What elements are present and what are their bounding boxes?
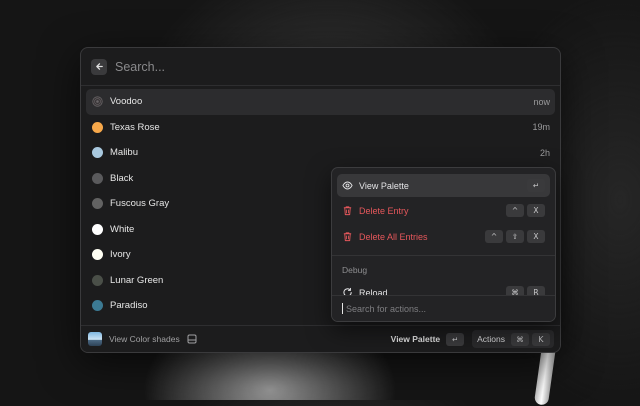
x-key: X [527, 204, 545, 217]
list-item-label: White [110, 223, 135, 235]
menu-item-delete-entry[interactable]: Delete Entry ^ X [337, 199, 550, 222]
actions-label: Actions [477, 334, 505, 344]
swatch-lunar-green-icon [92, 274, 103, 286]
menu-item-label: Delete Entry [359, 205, 409, 216]
menu-divider [332, 255, 555, 256]
swatch-ivory-icon [92, 249, 103, 261]
search-input[interactable] [113, 58, 417, 75]
trash-icon [342, 231, 353, 242]
list-item-label: Paradiso [110, 300, 148, 312]
app-icon [88, 332, 102, 346]
list-item[interactable]: Texas Rose 19m [86, 115, 555, 141]
swatch-texas-rose-icon [92, 121, 103, 133]
actions-menu: View Palette ↵ Delete Entry ^ X Delete A… [331, 167, 556, 322]
swatch-voodoo-icon [92, 96, 103, 107]
swatch-malibu-icon [92, 147, 103, 159]
menu-item-label: Delete All Entries [359, 231, 428, 242]
menu-item-label: View Palette [359, 180, 409, 191]
list-item-label: Texas Rose [110, 121, 160, 133]
menu-section-debug: Debug [342, 265, 368, 275]
list-item-time: now [533, 96, 550, 107]
x-key: X [527, 230, 545, 243]
arrow-left-icon [95, 63, 103, 70]
actions-search-bar [332, 295, 555, 321]
menu-item-view-palette[interactable]: View Palette ↵ [337, 174, 550, 197]
list-item[interactable]: Voodoo now [86, 89, 555, 115]
eye-icon [342, 180, 353, 191]
search-bar [81, 48, 560, 86]
list-item-time: 2h [539, 147, 550, 158]
actions-search-input[interactable] [344, 302, 538, 315]
list-item[interactable]: Malibu 2h [86, 140, 555, 166]
primary-action-button[interactable]: View Palette [391, 334, 440, 344]
list-item-label: Lunar Green [110, 274, 164, 286]
k-key: K [532, 332, 550, 346]
list-item-label: Fuscous Gray [110, 198, 170, 210]
action-bar: View Color shades View Palette ↵ Actions… [81, 325, 560, 352]
trash-icon [342, 205, 353, 216]
swatch-fuscous-gray-icon [92, 198, 103, 210]
control-key-icon: ^ [506, 204, 524, 217]
back-button[interactable] [91, 58, 107, 75]
swatch-black-icon [92, 172, 103, 184]
control-key-icon: ^ [485, 230, 503, 243]
list-item-label: Black [110, 172, 134, 184]
return-key-icon: ↵ [527, 179, 545, 192]
list-item-label: Ivory [110, 249, 131, 261]
actions-button[interactable]: Actions ⌘ K [472, 330, 554, 348]
shift-key-icon: ⇧ [506, 230, 524, 243]
swatch-white-icon [92, 223, 103, 235]
menu-item-delete-all-entries[interactable]: Delete All Entries ^ ⇧ X [337, 225, 550, 248]
swatch-paradiso-icon [92, 300, 103, 312]
list-item-label: Voodoo [110, 96, 143, 108]
text-caret [342, 303, 343, 314]
return-key-icon: ↵ [446, 332, 465, 346]
command-key-icon: ⌘ [511, 332, 529, 346]
window-icon [187, 334, 197, 344]
list-item-time: 19m [532, 122, 550, 133]
command-label: View Color shades [109, 334, 180, 344]
list-item-label: Malibu [110, 147, 138, 159]
cable-decoration [533, 344, 557, 406]
